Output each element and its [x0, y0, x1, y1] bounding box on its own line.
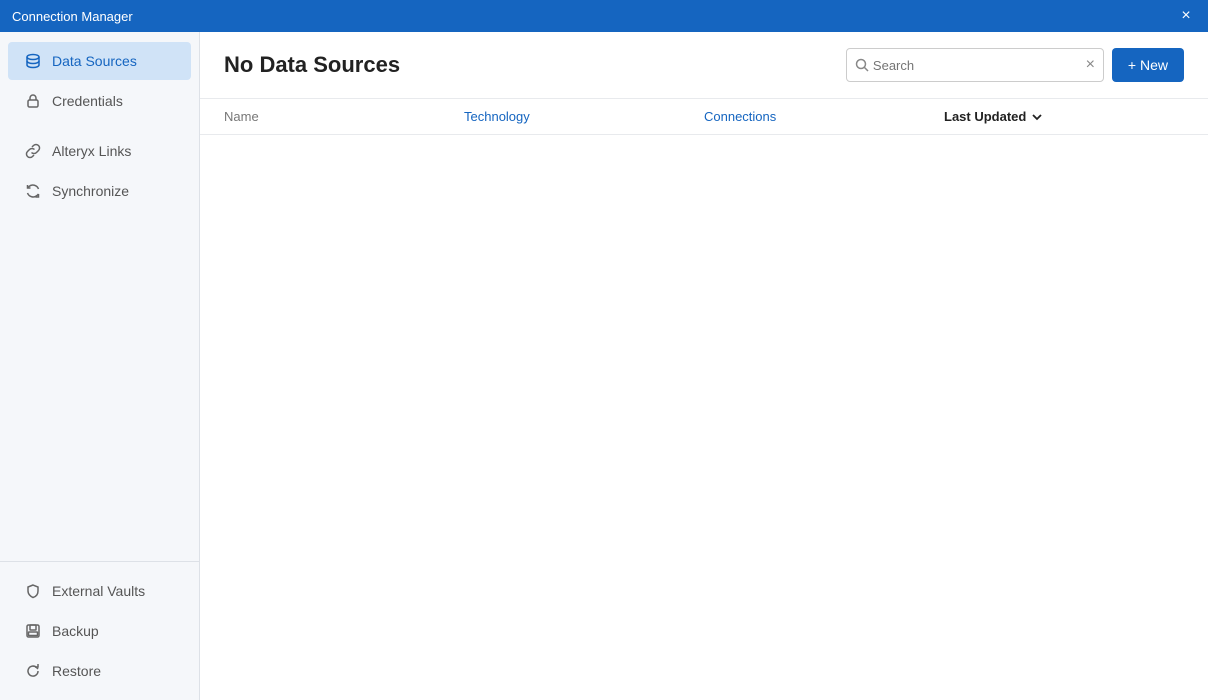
restore-icon: [24, 662, 42, 680]
shield-icon: [24, 582, 42, 600]
sort-desc-icon: [1030, 110, 1044, 124]
sidebar-top: Data Sources Credentials: [0, 32, 199, 561]
app-title: Connection Manager: [12, 9, 133, 24]
sidebar-item-label: Synchronize: [52, 183, 129, 199]
sidebar-item-credentials[interactable]: Credentials: [8, 82, 191, 120]
sidebar-item-data-sources[interactable]: Data Sources: [8, 42, 191, 80]
page-title: No Data Sources: [224, 52, 400, 78]
header-actions: × + New: [846, 48, 1184, 82]
search-input[interactable]: [873, 58, 1086, 73]
link-icon: [24, 142, 42, 160]
close-button[interactable]: ×: [1176, 6, 1196, 26]
sidebar-item-label: Credentials: [52, 93, 123, 109]
sidebar-bottom: External Vaults Backup: [0, 561, 199, 700]
sidebar-item-label: External Vaults: [52, 583, 145, 599]
sync-icon: [24, 182, 42, 200]
new-button[interactable]: + New: [1112, 48, 1184, 82]
lock-icon: [24, 92, 42, 110]
app-container: Data Sources Credentials: [0, 32, 1208, 700]
search-icon: [855, 58, 869, 72]
sidebar-item-label: Restore: [52, 663, 101, 679]
sidebar-item-alteryx-links[interactable]: Alteryx Links: [8, 132, 191, 170]
column-name: Name: [224, 109, 464, 124]
sidebar-item-label: Backup: [52, 623, 99, 639]
save-icon: [24, 622, 42, 640]
sidebar-item-backup[interactable]: Backup: [8, 612, 191, 650]
sidebar-item-synchronize[interactable]: Synchronize: [8, 172, 191, 210]
search-clear-button[interactable]: ×: [1086, 56, 1095, 74]
database-icon: [24, 52, 42, 70]
column-last-updated[interactable]: Last Updated: [944, 109, 1184, 124]
sidebar-item-label: Alteryx Links: [52, 143, 131, 159]
main-content: No Data Sources × + New Name Tech: [200, 32, 1208, 700]
search-box[interactable]: ×: [846, 48, 1104, 82]
title-bar: Connection Manager ×: [0, 0, 1208, 32]
content-area: [200, 135, 1208, 700]
column-connections[interactable]: Connections: [704, 109, 944, 124]
table-header: Name Technology Connections Last Updated: [200, 99, 1208, 135]
column-technology[interactable]: Technology: [464, 109, 704, 124]
sidebar: Data Sources Credentials: [0, 32, 200, 700]
sidebar-item-label: Data Sources: [52, 53, 137, 69]
main-header: No Data Sources × + New: [200, 32, 1208, 99]
sidebar-item-restore[interactable]: Restore: [8, 652, 191, 690]
sidebar-item-external-vaults[interactable]: External Vaults: [8, 572, 191, 610]
